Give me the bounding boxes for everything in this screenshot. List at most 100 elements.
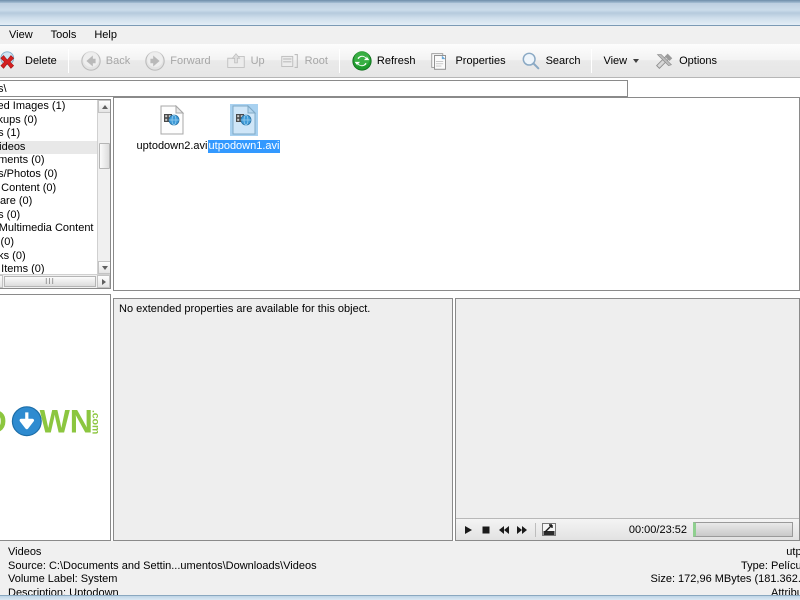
refresh-green-icon [352, 50, 372, 71]
play-button[interactable] [460, 522, 476, 538]
file-item-uptodown2[interactable]: uptodown2.avi [136, 104, 208, 153]
video-display-area[interactable] [456, 299, 799, 518]
toolbar-separator [338, 48, 340, 73]
category-tree-panel: zed Images (1) ckups (0) es (1) Videos u… [0, 99, 111, 289]
toolbar-button-properties-label: Properties [455, 54, 506, 67]
avi-media-file-icon [232, 105, 257, 135]
status-source: Source: C:\Documents and Settin...umento… [8, 559, 317, 572]
file-icon-wrapper [158, 104, 186, 136]
fullscreen-icon [542, 523, 556, 536]
extended-properties-message: No extended properties are available for… [119, 303, 371, 315]
toolbar-button-view[interactable]: View [596, 46, 646, 76]
fastforward-icon [517, 525, 527, 534]
tree-item[interactable]: c (0) [0, 236, 110, 250]
status-file-name: utpodown [786, 546, 800, 558]
uptodown-logo: D WN .com [0, 403, 100, 439]
toolbar-button-refresh-label: Refresh [376, 54, 416, 67]
status-bar-accent [0, 595, 800, 600]
media-preview-panel: 00:00/23:52 [455, 298, 800, 541]
title-bar [0, 0, 800, 26]
search-magnifier-icon [522, 52, 539, 69]
scroll-thumb[interactable] [99, 143, 110, 169]
media-player-controls: 00:00/23:52 [456, 518, 799, 540]
file-list-row: uptodown2.avi utpodown1.avi [136, 104, 799, 153]
up-folder-icon [226, 52, 245, 68]
file-list-panel[interactable]: uptodown2.avi utpodown1.avi [113, 97, 800, 291]
scroll-down-arrow-icon[interactable] [98, 261, 110, 274]
scroll-thumb-horizontal[interactable]: III [4, 276, 96, 287]
tree-vertical-scrollbar[interactable] [97, 100, 110, 274]
stop-button[interactable] [478, 522, 494, 538]
application-window: View Tools Help Delete Back Forward Up R… [0, 0, 800, 600]
toolbar-button-forward-label: Forward [170, 54, 211, 67]
forward-arrow-icon [145, 50, 165, 71]
title-bar-sheen [0, 0, 800, 3]
toolbar-button-delete[interactable]: Delete [0, 46, 64, 76]
chevron-down-icon [633, 58, 640, 63]
menu-item-tools[interactable]: Tools [42, 26, 86, 44]
toolbar-button-view-label: View [603, 54, 628, 67]
toolbar-button-options-label: Options [679, 54, 718, 67]
properties-pages-icon [431, 52, 447, 70]
rewind-icon [499, 525, 509, 534]
toolbar-button-search[interactable]: Search [513, 46, 588, 76]
volume-slider[interactable] [693, 522, 793, 537]
tree-item-videos[interactable]: Videos [0, 140, 110, 155]
file-item-label: utpodown1.avi [207, 140, 281, 153]
tree-item[interactable]: uments (0) [0, 154, 110, 168]
tree-item[interactable]: zed Images (1) [0, 100, 110, 114]
tree-item[interactable]: ckups (0) [0, 114, 110, 128]
tree-item[interactable]: ware (0) [0, 195, 110, 209]
toolbar-button-forward[interactable]: Forward [137, 46, 217, 76]
menu-bar: View Tools Help [0, 26, 800, 44]
status-bar-right: utpodown Type: Película de v Size: 172,9… [651, 546, 800, 600]
toolbar-button-root-label: Root [304, 54, 328, 67]
toolbar-button-options[interactable]: Options [646, 46, 724, 76]
address-bar-value: s\ [0, 82, 7, 95]
status-bar-left: Videos Source: C:\Documents and Settin..… [8, 546, 317, 600]
play-icon [465, 525, 472, 534]
options-tools-icon [656, 53, 673, 69]
back-arrow-icon [81, 50, 101, 71]
status-file-size: Size: 172,96 MBytes (181.362.688 by [650, 573, 800, 585]
tree-item[interactable]: d Content (0) [0, 182, 110, 196]
file-item-label: uptodown2.avi [136, 140, 208, 152]
status-file-type: Type: Película de v [741, 559, 800, 572]
tree-item[interactable]: d Items (0) [0, 263, 110, 274]
file-item-utpodown1[interactable]: utpodown1.avi [207, 104, 281, 153]
toolbar-separator [591, 48, 593, 73]
fastforward-button[interactable] [514, 522, 530, 538]
tree-item[interactable]: oks (0) [0, 250, 110, 264]
toolbar-button-root[interactable]: Root [272, 46, 335, 76]
category-tree-list[interactable]: zed Images (1) ckups (0) es (1) Videos u… [0, 100, 110, 274]
address-bar[interactable]: s\ [0, 80, 628, 97]
player-time-label: 00:00/23:52 [628, 523, 687, 536]
tree-horizontal-scrollbar[interactable]: III [0, 274, 110, 288]
svg-text:WN: WN [40, 403, 93, 439]
brand-logo-panel: D WN .com [0, 294, 111, 541]
tree-item[interactable]: r Multimedia Content (0) [0, 222, 110, 236]
rewind-button[interactable] [496, 522, 512, 538]
stop-icon [482, 526, 490, 533]
extended-properties-panel: No extended properties are available for… [113, 298, 453, 541]
tree-item[interactable]: es (0) [0, 209, 110, 223]
menu-item-view[interactable]: View [0, 26, 42, 44]
tree-item[interactable]: es/Photos (0) [0, 168, 110, 182]
toolbar-button-properties[interactable]: Properties [422, 46, 512, 76]
fullscreen-button[interactable] [541, 522, 557, 538]
avi-media-file-icon [160, 105, 185, 135]
scroll-left-arrow-icon[interactable] [0, 275, 3, 288]
delete-red-x-icon [0, 50, 15, 69]
scroll-right-arrow-icon[interactable] [97, 275, 110, 288]
menu-item-help[interactable]: Help [85, 26, 126, 44]
status-bar: Videos Source: C:\Documents and Settin..… [0, 541, 800, 600]
toolbar-button-refresh[interactable]: Refresh [344, 46, 423, 76]
scroll-up-arrow-icon[interactable] [98, 100, 110, 113]
toolbar-button-up-label: Up [250, 54, 265, 67]
toolbar-button-up[interactable]: Up [218, 46, 272, 76]
toolbar-button-back[interactable]: Back [73, 46, 137, 76]
tree-item[interactable]: es (1) [0, 127, 110, 141]
toolbar: Delete Back Forward Up Root Refresh Prop… [0, 44, 800, 78]
status-title: Videos [8, 546, 42, 558]
root-folder-icon [280, 53, 298, 68]
